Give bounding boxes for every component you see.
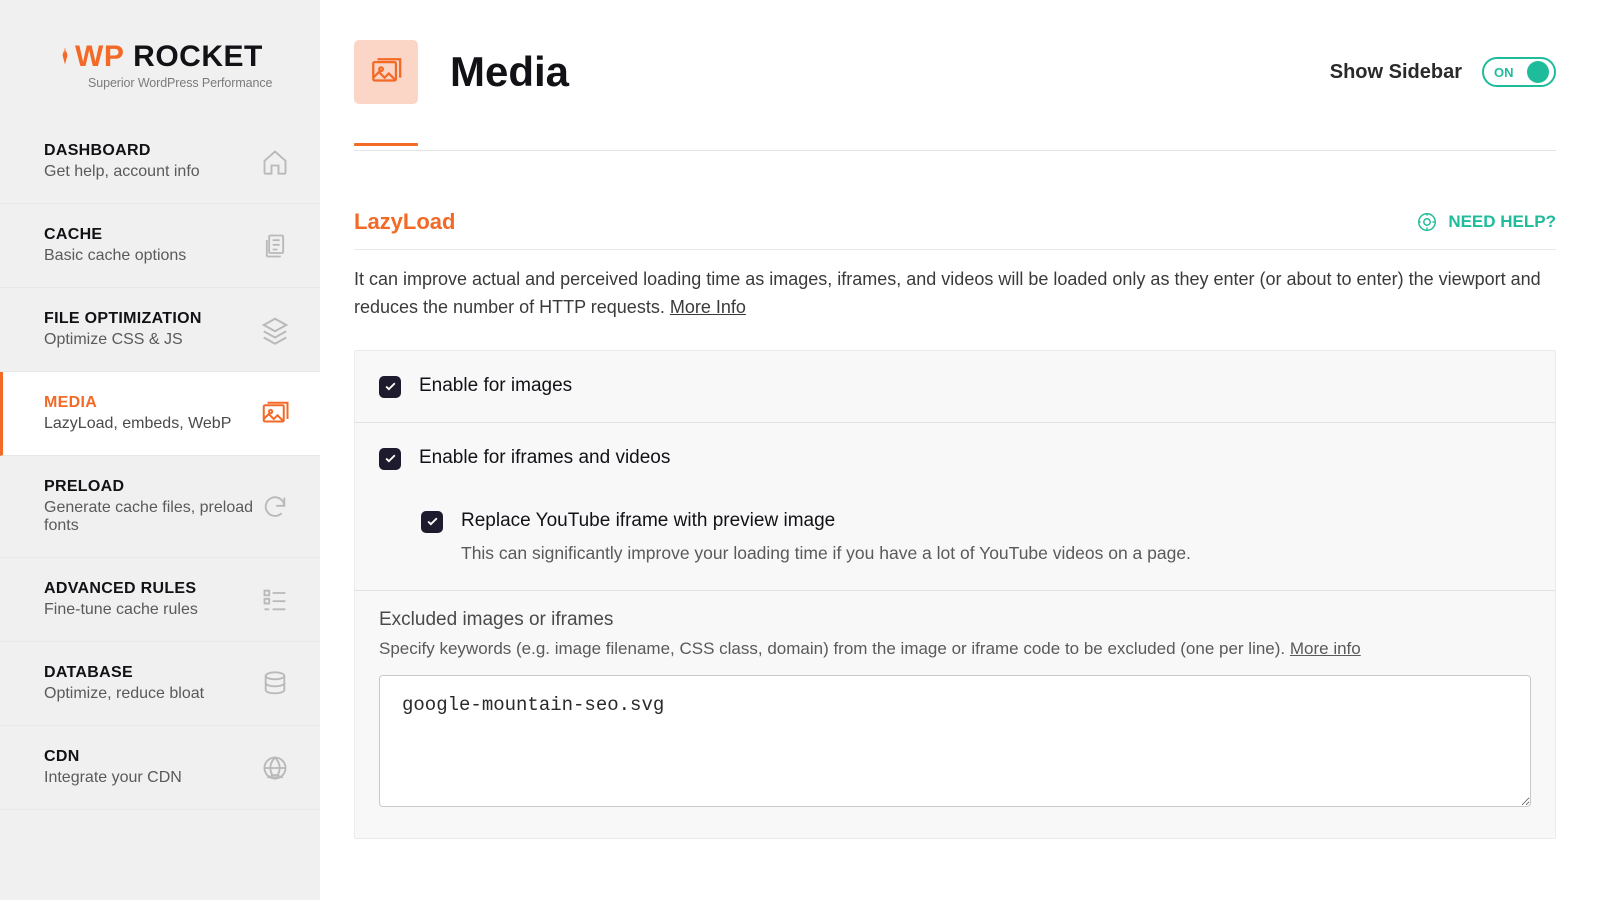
home-icon	[260, 147, 290, 177]
excluded-description: Specify keywords (e.g. image filename, C…	[379, 639, 1531, 659]
checkbox-enable-iframes[interactable]	[379, 448, 401, 470]
option-enable-iframes: Enable for iframes and videos	[355, 423, 1555, 486]
sidebar-item-advanced-rules[interactable]: ADVANCED RULES Fine-tune cache rules	[0, 558, 320, 642]
layers-icon	[260, 315, 290, 345]
need-help-label: NEED HELP?	[1448, 212, 1556, 232]
need-help-link[interactable]: NEED HELP?	[1416, 211, 1556, 233]
sidebar-item-cdn[interactable]: CDN Integrate your CDN	[0, 726, 320, 810]
image-icon	[260, 399, 290, 429]
option-youtube-preview: Replace YouTube iframe with preview imag…	[355, 486, 1555, 591]
sidebar-item-sub: Get help, account info	[44, 163, 260, 181]
refresh-icon	[260, 492, 290, 522]
sidebar-item-dashboard[interactable]: DASHBOARD Get help, account info	[0, 120, 320, 204]
option-label: Enable for iframes and videos	[419, 447, 1531, 469]
section-title: LazyLoad	[354, 209, 455, 235]
options-panel: Enable for images Enable for iframes and…	[354, 350, 1556, 839]
sidebar-item-title: DASHBOARD	[44, 142, 260, 160]
sidebar: WP ROCKET Superior WordPress Performance…	[0, 0, 320, 900]
sidebar-item-sub: Generate cache files, preload fonts	[44, 499, 260, 535]
excluded-textarea[interactable]	[379, 675, 1531, 807]
brand-suffix: ROCKET	[133, 40, 263, 73]
sidebar-item-database[interactable]: DATABASE Optimize, reduce bloat	[0, 642, 320, 726]
page-title: Media	[450, 48, 569, 96]
sidebar-item-sub: Fine-tune cache rules	[44, 601, 260, 619]
sidebar-item-sub: Integrate your CDN	[44, 769, 260, 787]
page-header: Media Show Sidebar ON	[354, 40, 1556, 104]
option-description: This can significantly improve your load…	[461, 540, 1531, 566]
active-tab-indicator	[354, 143, 418, 146]
checkbox-enable-images[interactable]	[379, 376, 401, 398]
sidebar-item-cache[interactable]: CACHE Basic cache options	[0, 204, 320, 288]
sidebar-item-title: MEDIA	[44, 394, 260, 412]
media-icon	[354, 40, 418, 104]
copy-icon	[260, 231, 290, 261]
sidebar-item-sub: Optimize, reduce bloat	[44, 685, 260, 703]
main-content: Media Show Sidebar ON LazyLoad NEED HELP…	[320, 0, 1600, 900]
list-icon	[260, 585, 290, 615]
sidebar-item-file-optimization[interactable]: FILE OPTIMIZATION Optimize CSS & JS	[0, 288, 320, 372]
checkbox-youtube-preview[interactable]	[421, 511, 443, 533]
sidebar-item-title: CDN	[44, 748, 260, 766]
rocket-icon	[55, 40, 75, 60]
brand-tagline: Superior WordPress Performance	[88, 76, 290, 90]
sidebar-item-sub: Optimize CSS & JS	[44, 331, 260, 349]
excluded-title: Excluded images or iframes	[379, 609, 1531, 631]
toggle-on-label: ON	[1494, 65, 1514, 80]
more-info-link[interactable]: More info	[1290, 639, 1361, 658]
sidebar-item-media[interactable]: MEDIA LazyLoad, embeds, WebP	[0, 372, 320, 456]
tab-strip	[354, 132, 1556, 151]
sidebar-item-sub: LazyLoad, embeds, WebP	[44, 415, 260, 433]
sidebar-item-title: FILE OPTIMIZATION	[44, 310, 260, 328]
more-info-link[interactable]: More Info	[670, 297, 746, 317]
show-sidebar-label: Show Sidebar	[1330, 61, 1462, 84]
show-sidebar-toggle[interactable]: ON	[1482, 57, 1556, 87]
globe-icon	[260, 753, 290, 783]
sidebar-nav: DASHBOARD Get help, account info CACHE Basi…	[0, 120, 320, 900]
excluded-block: Excluded images or iframes Specify keywo…	[355, 591, 1555, 838]
sidebar-item-preload[interactable]: PRELOAD Generate cache files, preload fon…	[0, 456, 320, 558]
option-enable-images: Enable for images	[355, 351, 1555, 423]
option-label: Replace YouTube iframe with preview imag…	[461, 510, 1531, 532]
brand-prefix: WP	[75, 40, 124, 73]
help-icon	[1416, 211, 1438, 233]
option-label: Enable for images	[419, 375, 1531, 397]
sidebar-item-title: CACHE	[44, 226, 260, 244]
sidebar-item-title: ADVANCED RULES	[44, 580, 260, 598]
toggle-knob	[1527, 61, 1549, 83]
sidebar-item-title: PRELOAD	[44, 478, 260, 496]
sidebar-item-title: DATABASE	[44, 664, 260, 682]
lazyload-section: LazyLoad NEED HELP? It can improve actua…	[354, 209, 1556, 839]
sidebar-item-sub: Basic cache options	[44, 247, 260, 265]
section-description: It can improve actual and perceived load…	[354, 266, 1556, 322]
database-icon	[260, 669, 290, 699]
brand-logo: WP ROCKET Superior WordPress Performance	[0, 0, 320, 120]
